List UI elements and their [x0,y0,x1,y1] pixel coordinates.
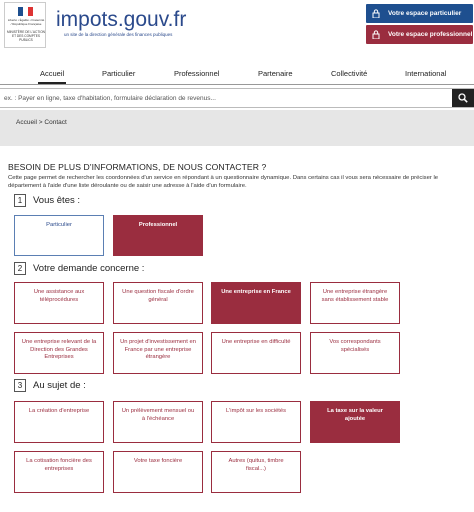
search-button[interactable] [452,89,474,107]
card-cotisation-fonciere[interactable]: La cotisation foncière des entreprises [14,451,104,493]
marianne-logo[interactable]: Liberté • Égalité • Fraternité / Républi… [4,2,46,48]
site-title[interactable]: impots.gouv.fr [56,8,186,32]
step-label: Au sujet de : [33,380,86,391]
intro-text: Cette page permet de rechercher les coor… [8,175,439,189]
breadcrumb-home[interactable]: Accueil [16,119,37,126]
page-title: BESOIN DE PLUS D'INFORMATIONS, DE NOUS C… [8,162,267,172]
site-header: Liberté • Égalité • Fraternité / Républi… [0,0,474,58]
card-grandes-entreprises[interactable]: Une entreprise relevant de la Direction … [14,332,104,374]
breadcrumb: Accueil > Contact [16,119,67,126]
lock-icon [372,30,380,39]
espace-particulier-button[interactable]: Votre espace particulier [366,4,473,23]
nav-international[interactable]: International [405,69,446,78]
nav-particulier[interactable]: Particulier [102,69,135,78]
card-projet-investissement[interactable]: Un projet d'investissement en France par… [113,332,203,374]
step-1: 1 Vous êtes : [14,194,80,207]
card-tva[interactable]: La taxe sur la valeur ajoutée [310,401,400,443]
card-impot-societes[interactable]: L'impôt sur les sociétés [211,401,301,443]
search-input[interactable] [4,91,444,106]
espace-professionnel-button[interactable]: Votre espace professionnel [366,25,473,44]
logo-motto: Liberté • Égalité • Fraternité / Républi… [7,18,45,26]
breadcrumb-area: Accueil > Contact [0,110,474,146]
logo-ministry: MINISTÈRE DE L'ACTION ET DES COMPTES PUB… [7,30,45,42]
nav-partenaire[interactable]: Partenaire [258,69,293,78]
espace-particulier-label: Votre espace particulier [388,10,462,17]
card-taxe-fonciere[interactable]: Votre taxe foncière [113,451,203,493]
nav-professionnel[interactable]: Professionnel [174,69,219,78]
site-subtitle: un site de la direction générale des fin… [64,32,173,37]
step-label: Vous êtes : [33,195,81,206]
step-number: 1 [14,194,26,207]
card-professionnel[interactable]: Professionnel [113,215,203,256]
card-assistance-teleprocedures[interactable]: Une assistance aux téléprocédures [14,282,104,324]
breadcrumb-current: Contact [44,119,67,126]
card-question-fiscale[interactable]: Une question fiscale d'ordre général [113,282,203,324]
nav-collectivite[interactable]: Collectivité [331,69,367,78]
card-correspondants-specialises[interactable]: Vos correspondants spécialisés [310,332,400,374]
espace-professionnel-label: Votre espace professionnel [388,31,473,38]
lock-icon [372,9,380,18]
card-autres[interactable]: Autres (quitus, timbre fiscal...) [211,451,301,493]
card-entreprise-difficulte[interactable]: Une entreprise en difficulté [211,332,301,374]
nav-divider [0,84,474,85]
card-particulier[interactable]: Particulier [14,215,104,256]
step-number: 2 [14,262,26,275]
step-label: Votre demande concerne : [33,263,145,274]
step-3: 3 Au sujet de : [14,379,86,392]
card-prelevement-mensuel[interactable]: Un prélèvement mensuel ou à l'échéance [113,401,203,443]
search-bar [0,88,474,108]
card-entreprise-france[interactable]: Une entreprise en France [211,282,301,324]
main-nav: Accueil Particulier Professionnel Parten… [0,64,474,84]
search-icon [458,93,468,103]
card-creation-entreprise[interactable]: La création d'entreprise [14,401,104,443]
step-2: 2 Votre demande concerne : [14,262,144,275]
french-flag-icon [18,7,33,16]
step-number: 3 [14,379,26,392]
nav-accueil[interactable]: Accueil [37,69,67,84]
card-entreprise-etrangere[interactable]: Une entreprise étrangère sans établissem… [310,282,400,324]
